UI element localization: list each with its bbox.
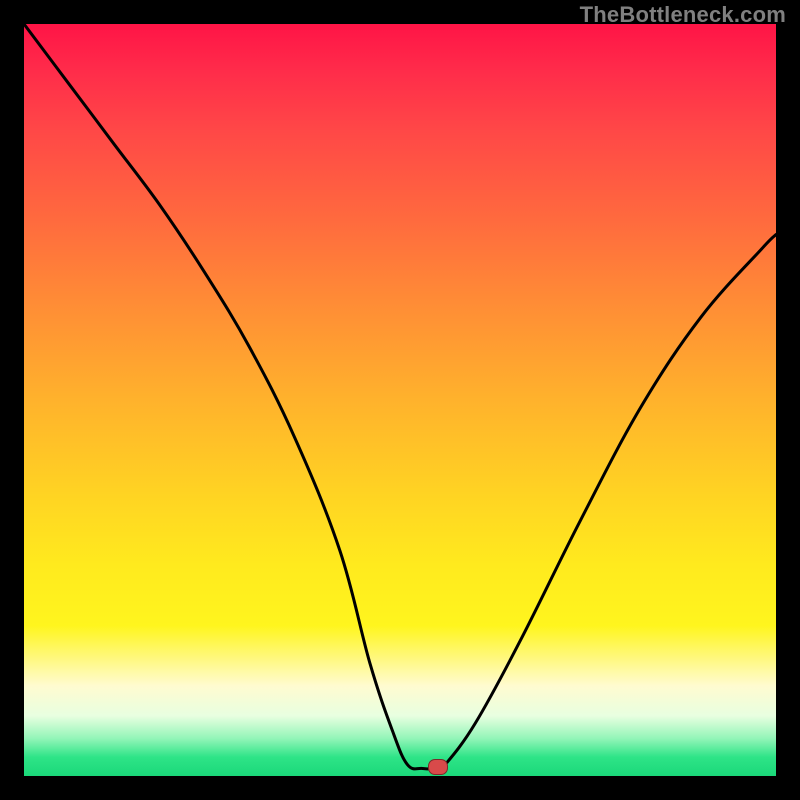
optimum-marker <box>428 759 448 775</box>
bottleneck-curve <box>24 24 776 769</box>
chart-frame: TheBottleneck.com <box>0 0 800 800</box>
watermark-label: TheBottleneck.com <box>580 2 786 28</box>
curve-layer <box>24 24 776 776</box>
